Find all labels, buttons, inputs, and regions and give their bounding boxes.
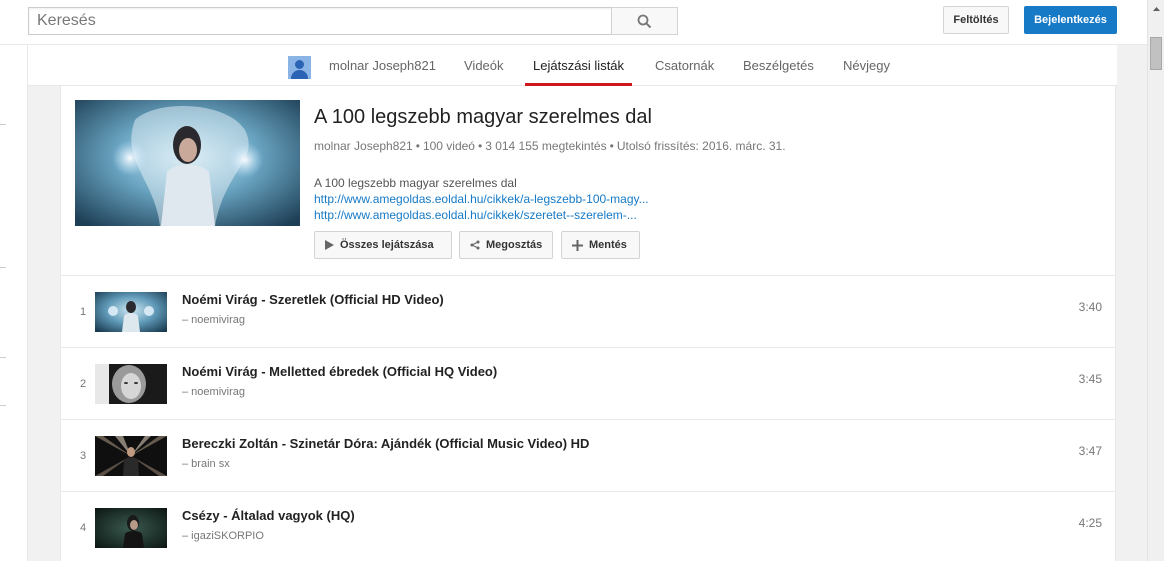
playlist-item[interactable]: 4 Csézy - Általad vagyok (HQ) – igaziSKO… [61,492,1116,561]
tab-about[interactable]: Névjegy [843,45,890,86]
guide-divider [0,357,6,358]
video-thumbnail-image [95,508,167,548]
meta-separator: • [415,139,420,153]
share-button[interactable]: Megosztás [459,231,553,259]
guide-divider [0,124,6,125]
video-thumbnail-image [95,292,167,332]
tab-videos[interactable]: Videók [464,45,504,86]
video-title[interactable]: Noémi Virág - Szeretlek (Official HD Vid… [182,292,444,307]
playlist-description: A 100 legszebb magyar szerelmes dal http… [314,175,649,223]
description-link[interactable]: http://www.amegoldas.eoldal.hu/cikkek/sz… [314,207,649,223]
description-link[interactable]: http://www.amegoldas.eoldal.hu/cikkek/a-… [314,191,649,207]
avatar-shoulders [291,70,308,79]
playlist-item[interactable]: 1 Noémi Virág - Szeretlek (Official HD V… [61,276,1116,348]
avatar-head [295,60,304,69]
search-icon [637,14,652,28]
playlist-item[interactable]: 2 Noémi Virág - Melletted ébredek (Offic… [61,348,1116,420]
tab-playlists[interactable]: Lejátszási listák [524,45,633,86]
playlist-title: A 100 legszebb magyar szerelmes dal [314,106,652,128]
playlist-description-text: A 100 legszebb magyar szerelmes dal [314,176,517,190]
playlist-meta: molnar Joseph821 • 100 videó • 3 014 155 meg… [314,139,786,153]
item-index: 4 [79,522,87,534]
video-thumbnail-image [95,364,167,404]
tab-channels[interactable]: Csatornák [655,45,714,86]
search-input[interactable] [29,8,612,34]
video-thumbnail[interactable] [95,508,167,548]
search-button[interactable] [611,7,678,35]
upload-button[interactable]: Feltöltés [943,6,1009,34]
playlist-updated: Utolsó frissítés: 2016. márc. 31. [616,139,786,153]
video-channel[interactable]: – noemivirag [182,386,245,398]
guide-strip [0,45,28,561]
playlist-video-count: 100 videó [422,139,475,153]
playlist-views: 3 014 155 megtekintés [485,139,607,153]
save-button[interactable]: Mentés [561,231,640,259]
tab-discussion[interactable]: Beszélgetés [743,45,814,86]
item-index: 1 [79,306,87,318]
share-label: Megosztás [486,239,543,251]
play-icon [325,240,334,250]
video-title[interactable]: Noémi Virág - Melletted ébredek (Officia… [182,364,497,379]
video-title[interactable]: Bereczki Zoltán - Szinetár Dóra: Ajándék… [182,436,589,451]
meta-separator: • [609,139,614,153]
video-duration: 3:45 [1078,372,1102,386]
scroll-up-arrow-icon [1152,6,1160,11]
playlist-thumbnail-image [75,100,300,226]
playlist-item[interactable]: 3 Bereczki Zoltán - Szinetár Dóra: Ajánd… [61,420,1116,492]
play-all-button[interactable]: Összes lejátszása [314,231,452,259]
video-channel[interactable]: – igaziSKORPIO [182,530,264,542]
channel-nav: molnar Joseph821 Videók Lejátszási listá… [28,45,1117,86]
scroll-thumb[interactable] [1150,37,1162,70]
play-all-label: Összes lejátszása [340,239,434,251]
masthead: Feltöltés Bejelentkezés [0,0,1147,45]
share-icon [470,240,480,250]
meta-separator: • [477,139,483,153]
page-scrollbar[interactable] [1147,0,1164,561]
sign-in-button[interactable]: Bejelentkezés [1024,6,1117,34]
search-box [28,7,612,35]
guide-divider [0,267,6,268]
playlist-header: A 100 legszebb magyar szerelmes dal moln… [61,86,1116,276]
video-thumbnail-image [95,436,167,476]
scroll-up-button[interactable] [1148,0,1164,17]
video-title[interactable]: Csézy - Általad vagyok (HQ) [182,508,355,523]
video-duration: 3:40 [1078,300,1102,314]
save-label: Mentés [589,239,627,251]
playlist-thumbnail[interactable] [75,100,300,226]
video-thumbnail[interactable] [95,436,167,476]
playlist-owner-link[interactable]: molnar Joseph821 [314,139,413,153]
video-thumbnail[interactable] [95,292,167,332]
video-thumbnail[interactable] [95,364,167,404]
plus-icon [572,239,583,251]
channel-name-link[interactable]: molnar Joseph821 [329,45,436,86]
video-channel[interactable]: – noemivirag [182,314,245,326]
playlist-content: A 100 legszebb magyar szerelmes dal moln… [60,86,1116,561]
item-index: 3 [79,450,87,462]
item-index: 2 [79,378,87,390]
video-duration: 4:25 [1078,516,1102,530]
channel-avatar[interactable] [288,56,311,79]
video-duration: 3:47 [1078,444,1102,458]
guide-divider [0,405,6,406]
video-channel[interactable]: – brain sx [182,458,230,470]
